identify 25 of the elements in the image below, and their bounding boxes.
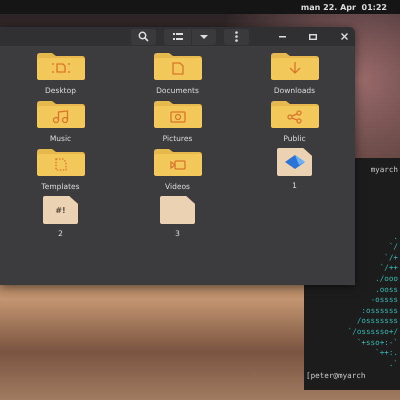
menu-icon [235,31,238,42]
diamond-logo-icon [284,155,304,169]
folder-icon[interactable] [36,100,86,129]
view-toggle-button[interactable] [164,28,191,44]
caret-icon [200,34,208,38]
view-options-button[interactable] [192,28,216,44]
folder-icon[interactable] [152,148,202,177]
search-button[interactable] [131,28,156,44]
file-glyph: #! [55,206,66,214]
maximize-icon [309,34,317,40]
file-icon[interactable] [277,148,312,176]
folder-icon[interactable] [270,52,320,81]
clock[interactable]: man 22. Apr 01:22 [300,2,387,12]
folder-icon[interactable] [36,52,86,81]
folder-icon[interactable] [36,148,86,177]
folder-icon[interactable] [152,52,202,81]
folder-icon[interactable] [152,100,202,129]
close-icon [340,33,348,40]
list-view-icon [172,33,182,40]
minimize-icon [278,36,286,38]
menu-button[interactable] [224,28,249,44]
file-icon[interactable] [160,196,195,224]
folder-icon[interactable] [270,100,320,129]
search-icon [138,31,149,42]
file-icon[interactable]: #! [43,196,78,224]
